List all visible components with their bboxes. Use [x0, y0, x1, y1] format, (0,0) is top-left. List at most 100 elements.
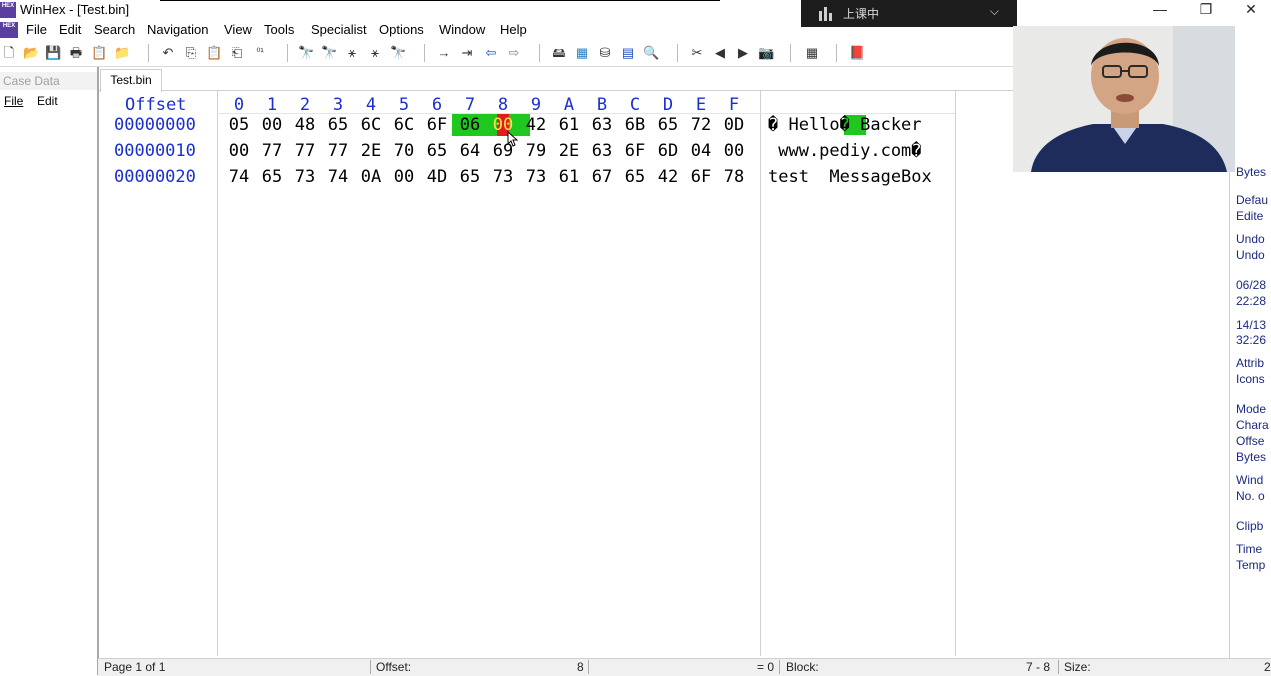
ascii-text-row[interactable]: test MessageBox — [768, 167, 932, 187]
menu-tools[interactable]: Tools — [264, 22, 294, 37]
properties-icon[interactable]: 📋 — [91, 45, 107, 61]
hex-byte-cell[interactable]: 00 — [257, 115, 287, 135]
row-offset[interactable]: 00000010 — [114, 141, 196, 161]
row-offset[interactable]: 00000000 — [114, 115, 196, 135]
next-icon[interactable]: ▶ — [735, 45, 751, 61]
calculator-icon[interactable]: ▤ — [620, 45, 636, 61]
hex-byte-cell[interactable]: 61 — [554, 115, 584, 135]
hex-byte-cell[interactable]: 79 — [521, 141, 551, 161]
hex-byte-cell[interactable]: 6B — [620, 115, 650, 135]
table-icon[interactable]: ▦ — [804, 45, 820, 61]
restore-button[interactable]: ❐ — [1183, 0, 1229, 20]
back-icon[interactable]: ⇦ — [483, 45, 499, 61]
hex-byte-cell[interactable]: 63 — [587, 141, 617, 161]
cut-icon[interactable]: ✂ — [689, 45, 705, 61]
paste-special-icon[interactable]: ⎗ — [229, 45, 245, 61]
menu-help[interactable]: Help — [500, 22, 527, 37]
hex-menu-icon[interactable]: HEX — [0, 22, 18, 38]
hex-byte-cell[interactable]: 65 — [620, 167, 650, 187]
paste-icon[interactable]: 📋 — [206, 45, 222, 61]
hex-byte-cell[interactable]: 00 — [224, 141, 254, 161]
zoom-icon[interactable]: 🔍 — [643, 45, 659, 61]
save-icon[interactable]: 💾 — [45, 45, 61, 61]
classroom-status-bar[interactable]: 上课中 ⌵ — [801, 0, 1017, 27]
hex-byte-cell[interactable]: 6C — [356, 115, 386, 135]
hex-byte-cell[interactable]: 0A — [356, 167, 386, 187]
goto-icon[interactable]: → — [436, 45, 452, 61]
hex-byte-cell[interactable]: 6F — [422, 115, 452, 135]
hex-byte-cell[interactable]: 72 — [686, 115, 716, 135]
panel-splitter[interactable] — [97, 67, 99, 675]
open-icon[interactable]: 📂 — [23, 45, 39, 61]
hex-byte-cell[interactable]: 65 — [323, 115, 353, 135]
forward-icon[interactable]: ⇨ — [506, 45, 522, 61]
hex-byte-cell[interactable]: 6C — [389, 115, 419, 135]
hex-byte-cell[interactable]: 4D — [422, 167, 452, 187]
menu-options[interactable]: Options — [379, 22, 424, 37]
hex-byte-cell[interactable]: 65 — [455, 167, 485, 187]
hex-byte-cell[interactable]: 48 — [290, 115, 320, 135]
find-next-icon[interactable]: 🔭 — [390, 45, 406, 61]
hex-byte-cell[interactable]: 42 — [521, 115, 551, 135]
open-folder-icon[interactable]: 📁 — [114, 45, 130, 61]
ram-icon[interactable]: ▦ — [574, 45, 590, 61]
disk-tools-icon[interactable]: ⛁ — [597, 45, 613, 61]
hex-byte-cell[interactable]: 6F — [620, 141, 650, 161]
new-file-icon[interactable]: 🗋 — [1, 45, 17, 61]
chevron-down-icon[interactable]: ⌵ — [990, 4, 999, 19]
print-icon[interactable]: 🖶 — [68, 45, 84, 61]
replace-icon[interactable]: ⚹ — [344, 45, 360, 61]
hex-byte-cell[interactable]: 73 — [290, 167, 320, 187]
menu-window[interactable]: Window — [439, 22, 485, 37]
ascii-text-row[interactable]: www.pediy.com� — [768, 141, 921, 161]
menu-view[interactable]: View — [224, 22, 252, 37]
tab-test-bin[interactable]: Test.bin — [100, 69, 162, 92]
hex-byte-cell[interactable]: 74 — [323, 167, 353, 187]
prev-icon[interactable]: ◀ — [712, 45, 728, 61]
hex-byte-cell[interactable]: 70 — [389, 141, 419, 161]
hex-byte-cell[interactable]: 77 — [257, 141, 287, 161]
menu-search[interactable]: Search — [94, 22, 135, 37]
hex-byte-cell[interactable]: 00 — [719, 141, 749, 161]
hex-byte-cell[interactable]: 63 — [587, 115, 617, 135]
row-offset[interactable]: 00000020 — [114, 167, 196, 187]
goto-offset-icon[interactable]: ⇥ — [459, 45, 475, 61]
hex-byte-cell[interactable]: 73 — [488, 167, 518, 187]
hex-byte-cell[interactable]: 61 — [554, 167, 584, 187]
hex-byte-cell[interactable]: 04 — [686, 141, 716, 161]
hex-byte-cell[interactable]: 78 — [719, 167, 749, 187]
menu-specialist[interactable]: Specialist — [311, 22, 367, 37]
camera-icon[interactable]: 📷 — [758, 45, 774, 61]
hex-byte-cell[interactable]: 6D — [653, 141, 683, 161]
hex-byte-cell[interactable]: 05 — [224, 115, 254, 135]
hex-byte-cell[interactable]: 2E — [356, 141, 386, 161]
case-menu-edit[interactable]: Edit — [37, 94, 58, 108]
ascii-text-row[interactable]: � Hello� Backer — [768, 115, 922, 135]
hex-byte-cell[interactable]: 2E — [554, 141, 584, 161]
menu-file[interactable]: File — [26, 22, 47, 37]
hex-byte-cell[interactable]: 74 — [224, 167, 254, 187]
menu-edit[interactable]: Edit — [59, 22, 81, 37]
book-icon[interactable]: 📕 — [849, 45, 865, 61]
undo-icon[interactable]: ↶ — [160, 45, 176, 61]
disk-icon[interactable]: 🖴 — [551, 45, 567, 61]
find-icon[interactable]: 🔭 — [298, 45, 314, 61]
hex-byte-cell[interactable]: 77 — [290, 141, 320, 161]
case-menu-file[interactable]: File — [4, 94, 23, 108]
hex-byte-cell[interactable]: 42 — [653, 167, 683, 187]
minimize-button[interactable]: — — [1137, 0, 1183, 20]
menu-navigation[interactable]: Navigation — [147, 22, 208, 37]
hex-byte-cell[interactable]: 06 — [455, 115, 485, 135]
hex-byte-cell[interactable]: 65 — [422, 141, 452, 161]
hex-byte-cell[interactable]: 00 — [389, 167, 419, 187]
close-button[interactable]: ✕ — [1228, 0, 1271, 20]
winhex-app-icon[interactable]: HEX — [0, 2, 16, 18]
hex-byte-cell[interactable]: 67 — [587, 167, 617, 187]
hex-byte-cell[interactable]: 6F — [686, 167, 716, 187]
copy-icon[interactable]: ⎘ — [183, 45, 199, 61]
hex-byte-cell[interactable]: 65 — [653, 115, 683, 135]
hex-byte-cell[interactable]: 64 — [455, 141, 485, 161]
hex-byte-cell[interactable]: 77 — [323, 141, 353, 161]
find-hex-icon[interactable]: 🔭 — [321, 45, 337, 61]
replace-hex-icon[interactable]: ⚹ — [367, 45, 383, 61]
